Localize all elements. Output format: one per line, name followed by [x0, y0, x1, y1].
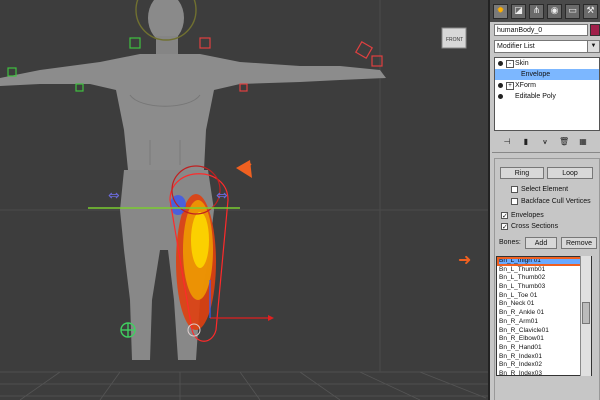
view-cube-label: FRONT [446, 37, 463, 43]
envelope-handle-left-icon[interactable]: ⇔ [108, 188, 120, 204]
modifier-list-label: Modifier List [497, 43, 535, 50]
bone-list-item[interactable]: Bn_R_Arm01 [497, 318, 591, 327]
bone-list-item[interactable]: Bn_R_Ankle 01 [497, 309, 591, 318]
object-color-swatch[interactable] [590, 24, 600, 36]
envelope-handle-right-icon[interactable]: ⇔ [216, 188, 228, 204]
callout-arrow-bone-icon: ➜ [458, 250, 472, 269]
backface-cull-option[interactable]: Backface Cull Vertices [511, 197, 591, 206]
object-name-field[interactable]: humanBody_0 [494, 24, 588, 36]
configure-sets-icon[interactable]: ▦ [578, 137, 588, 147]
backface-cull-label: Backface Cull Vertices [521, 198, 591, 205]
backface-cull-checkbox[interactable] [511, 198, 518, 205]
cross-sections-label: Cross Sections [511, 223, 559, 230]
modify-tab-icon[interactable]: ◪ [511, 3, 526, 19]
select-element-label: Select Element [521, 186, 569, 193]
command-panel-tabs: ✹ ◪ ⋔ ◉ ▭ ⚒ [490, 0, 600, 22]
panel-divider [492, 152, 600, 153]
hierarchy-tab-icon[interactable]: ⋔ [529, 3, 544, 19]
make-unique-icon[interactable]: ⩛ [540, 137, 550, 147]
envelopes-checkbox[interactable]: ✓ [501, 212, 508, 220]
bones-list[interactable]: Bn_L_thigh 01 Bn_L_Thumb01 Bn_L_Thumb02 Bn_… [496, 256, 592, 376]
modifier-stack-item[interactable]: + XForm [495, 80, 599, 91]
bone-list-item[interactable]: Bn_L_Thumb01 [497, 266, 591, 275]
bone-list-item[interactable]: Bn_L_Toe 01 [497, 292, 591, 301]
envelopes-label: Envelopes [511, 212, 544, 219]
cross-sections-option[interactable]: ✓ Cross Sections [501, 222, 558, 231]
modifier-stack-item[interactable]: - Skin [495, 58, 599, 69]
display-tab-icon[interactable]: ▭ [565, 3, 580, 19]
modifier-stack-label: Skin [515, 60, 529, 67]
modifier-stack-item[interactable]: Editable Poly [495, 91, 599, 102]
modifier-stack-label: Editable Poly [515, 93, 556, 100]
bone-list-item[interactable]: Bn_L_Thumb03 [497, 283, 591, 292]
remove-bone-button[interactable]: Remove [561, 237, 597, 249]
lightbulb-icon[interactable] [498, 83, 503, 88]
ring-button[interactable]: Ring [500, 167, 544, 179]
utilities-tab-icon[interactable]: ⚒ [583, 3, 598, 19]
floor-grid [0, 371, 488, 400]
bones-label: Bones: [499, 239, 521, 246]
bone-list-item[interactable]: Bn_L_thigh 01 [497, 257, 591, 266]
bone-list-item[interactable]: Bn_R_Index02 [497, 361, 591, 370]
show-end-result-icon[interactable]: ▮ [521, 137, 531, 147]
expand-toggle-icon[interactable]: + [506, 82, 514, 90]
expand-toggle-icon[interactable]: - [506, 60, 514, 68]
modifier-stack-label: XForm [515, 82, 536, 89]
scrollbar-thumb[interactable] [582, 302, 590, 324]
bone-list-item[interactable]: Bn_R_Clavicle01 [497, 327, 591, 336]
bone-list-item[interactable]: Bn_R_Elbow01 [497, 335, 591, 344]
bones-list-scrollbar[interactable] [580, 256, 591, 376]
chevron-down-icon: ▼ [587, 41, 599, 52]
motion-tab-icon[interactable]: ◉ [547, 3, 562, 19]
remove-modifier-icon[interactable]: 🗑 [559, 137, 569, 147]
bone-list-item[interactable]: Bn_Neck 01 [497, 300, 591, 309]
bone-list-item[interactable]: Bn_R_Hand01 [497, 344, 591, 353]
add-bone-button[interactable]: Add [525, 237, 557, 249]
viewport-canvas: ⇔ ⇔ FRONT [0, 0, 488, 400]
bone-list-item[interactable]: Bn_R_Index01 [497, 353, 591, 362]
pin-stack-icon[interactable]: ⊣ [502, 137, 512, 147]
envelopes-option[interactable]: ✓ Envelopes [501, 211, 544, 220]
lightbulb-icon[interactable] [498, 94, 503, 99]
modifier-list-dropdown[interactable]: Modifier List ▼ [494, 40, 600, 53]
bone-list-item[interactable]: Bn_R_Index03 [497, 370, 591, 375]
select-element-checkbox[interactable] [511, 186, 518, 193]
stack-toolbar: ⊣ ▮ ⩛ 🗑 ▦ [494, 135, 600, 149]
cross-sections-checkbox[interactable]: ✓ [501, 223, 508, 231]
viewport-front[interactable]: ⇔ ⇔ FRONT [0, 0, 488, 400]
create-tab-icon[interactable]: ✹ [493, 3, 508, 19]
bone-list-item[interactable]: Bn_L_Thumb02 [497, 274, 591, 283]
modifier-stack-item[interactable]: Envelope [495, 69, 599, 80]
modifier-stack-label: Envelope [521, 71, 551, 78]
lightbulb-icon[interactable] [498, 61, 503, 66]
modifier-stack[interactable]: - Skin Envelope + XForm Editable Poly [494, 57, 600, 131]
select-element-option[interactable]: Select Element [511, 185, 568, 194]
loop-button[interactable]: Loop [547, 167, 593, 179]
